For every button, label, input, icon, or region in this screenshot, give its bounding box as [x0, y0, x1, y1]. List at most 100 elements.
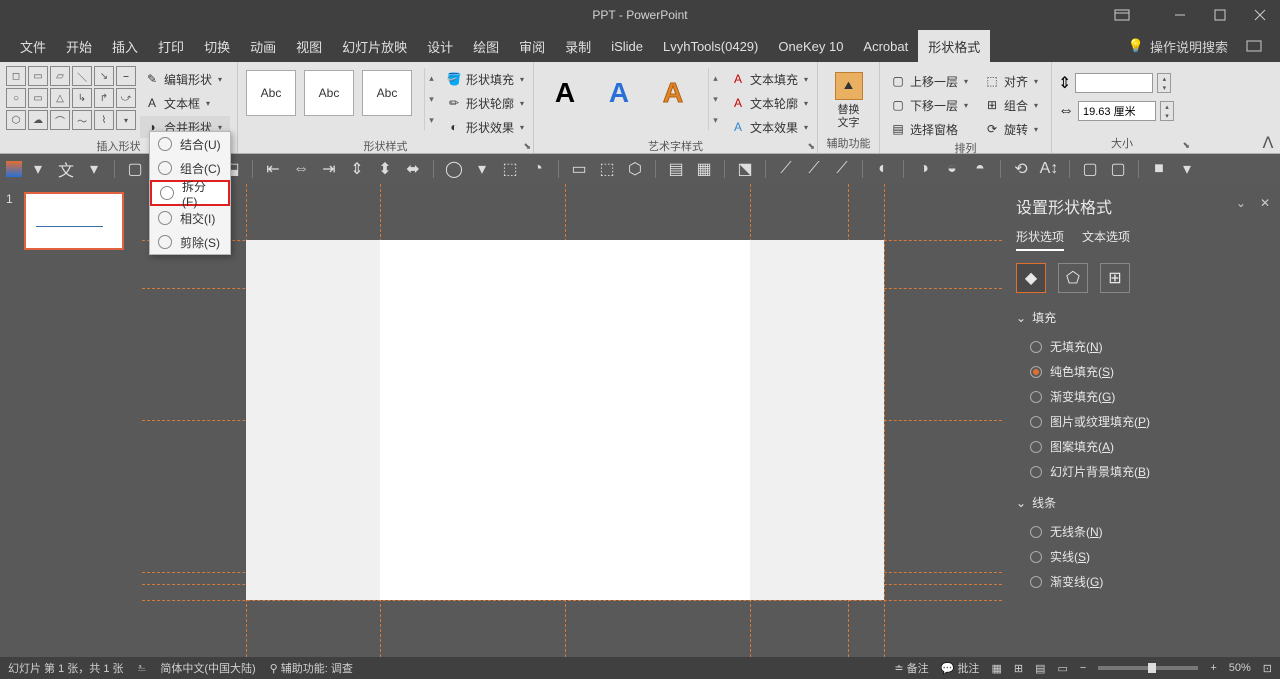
qat-btn[interactable]: ◑	[912, 157, 936, 181]
zoom-in[interactable]: +	[1210, 662, 1216, 674]
qat-btn[interactable]: ⬡	[623, 157, 647, 181]
gallery-more[interactable]: ▴▾▾	[708, 68, 722, 130]
menu-combine[interactable]: 组合(C)	[150, 156, 230, 180]
slide[interactable]	[246, 240, 884, 600]
zoom-slider[interactable]	[1098, 666, 1198, 670]
shape-effects-button[interactable]: ◐形状效果▾	[442, 116, 532, 138]
ribbon-display-options[interactable]	[1104, 0, 1140, 30]
tab-print[interactable]: 打印	[148, 30, 194, 62]
zoom-out[interactable]: −	[1080, 662, 1086, 674]
menu-fragment[interactable]: 拆分(F)	[150, 180, 230, 206]
qat-btn[interactable]: A↕	[1037, 157, 1061, 181]
text-box-button[interactable]: A文本框▾	[140, 92, 230, 114]
tab-insert[interactable]: 插入	[102, 30, 148, 62]
shape-mini[interactable]: ⌒	[50, 110, 70, 130]
tab-home[interactable]: 开始	[56, 30, 102, 62]
qat-caret[interactable]: ▾	[26, 157, 50, 181]
radio-picture-fill[interactable]: 图片或纹理填充(P)	[1016, 409, 1266, 434]
tab-shape-format[interactable]: 形状格式	[918, 30, 990, 62]
qat-btn[interactable]: ⬚	[498, 157, 522, 181]
effects-tab-icon[interactable]: ⬠	[1058, 263, 1088, 293]
shape-mini[interactable]: ⬡	[6, 110, 26, 130]
share-button[interactable]	[1238, 39, 1270, 53]
shape-styles-gallery[interactable]: Abc Abc Abc	[238, 62, 420, 116]
comments-button[interactable]: 💬 批注	[941, 660, 980, 676]
qat-btn[interactable]: ⟋	[774, 157, 798, 181]
tab-islide[interactable]: iSlide	[601, 30, 653, 62]
style-preset[interactable]: Abc	[246, 70, 296, 116]
qat-btn[interactable]: ⇕	[345, 157, 369, 181]
radio-solid-fill[interactable]: 纯色填充(S)	[1016, 359, 1266, 384]
qat-btn[interactable]: ▭	[567, 157, 591, 181]
slide-canvas-area[interactable]	[142, 184, 1002, 657]
wordart-gallery[interactable]: A A A	[534, 62, 704, 116]
shape-mini[interactable]: ↳	[72, 88, 92, 108]
qat-btn[interactable]: ⟋	[830, 157, 854, 181]
qat-btn[interactable]: ▢	[1078, 157, 1102, 181]
tab-lvyhtools[interactable]: LvyhTools(0429)	[653, 30, 768, 62]
shapes-gallery[interactable]: ◻ ▭ ▱ ＼ ↘ ⎯ ○ ▭ △ ↳ ↱ ⤻ ⬡ ☁ ⌒ 〜 ⌇ ▾	[6, 66, 136, 130]
view-sorter[interactable]: ⊞	[1014, 662, 1023, 675]
menu-union[interactable]: 结合(U)	[150, 132, 230, 156]
section-line[interactable]: ⌄线条	[1016, 494, 1266, 511]
shape-mini[interactable]: ▭	[28, 66, 48, 86]
tab-animations[interactable]: 动画	[240, 30, 286, 62]
dialog-launcher[interactable]: ⬊	[523, 141, 531, 152]
qat-btn[interactable]: ◔	[526, 157, 550, 181]
qat-btn[interactable]: ⬌	[401, 157, 425, 181]
text-outline-button[interactable]: A文本轮廓▾	[726, 92, 816, 114]
pane-collapse[interactable]: ⌄	[1236, 196, 1246, 210]
tab-draw[interactable]: 绘图	[463, 30, 509, 62]
view-normal[interactable]: ▦	[991, 662, 1001, 675]
qat-btn[interactable]: ◓	[968, 157, 992, 181]
shape-mini[interactable]: ⌇	[94, 110, 114, 130]
size-props-tab-icon[interactable]: ⊞	[1100, 263, 1130, 293]
slide-counter[interactable]: 幻灯片 第 1 张，共 1 张	[8, 660, 124, 676]
wordart-preset[interactable]: A	[596, 70, 642, 116]
radio-pattern-fill[interactable]: 图案填充(A)	[1016, 434, 1266, 459]
shape-fill-button[interactable]: 🪣形状填充▾	[442, 68, 532, 90]
bring-forward-button[interactable]: ▢上移一层▾	[886, 70, 976, 92]
shape-mini[interactable]: ▭	[28, 88, 48, 108]
close-button[interactable]	[1240, 0, 1280, 30]
pane-close[interactable]: ✕	[1260, 196, 1270, 210]
shape-mini[interactable]: ⎯	[116, 66, 136, 86]
view-reading[interactable]: ▤	[1035, 662, 1045, 675]
spellcheck-icon[interactable]: ⎁	[138, 662, 147, 675]
dialog-launcher[interactable]: ⬊	[807, 141, 815, 152]
shape-mini[interactable]: 〜	[72, 110, 92, 130]
tab-transitions[interactable]: 切换	[194, 30, 240, 62]
accessibility-status[interactable]: ⚲ 辅助功能: 调查	[270, 660, 353, 676]
shape-mini[interactable]: △	[50, 88, 70, 108]
tab-design[interactable]: 设计	[417, 30, 463, 62]
shape-mini[interactable]: ○	[6, 88, 26, 108]
fill-line-tab-icon[interactable]: ◆	[1016, 263, 1046, 293]
menu-intersect[interactable]: 相交(I)	[150, 206, 230, 230]
qat-btn[interactable]: ◐	[871, 157, 895, 181]
shape-mini[interactable]: ⤻	[116, 88, 136, 108]
view-slideshow[interactable]: ▭	[1057, 662, 1067, 675]
qat-caret[interactable]: ▾	[1175, 157, 1199, 181]
shape-mini[interactable]: ↱	[94, 88, 114, 108]
tab-view[interactable]: 视图	[286, 30, 332, 62]
radio-solid-line[interactable]: 实线(S)	[1016, 544, 1266, 569]
radio-no-line[interactable]: 无线条(N)	[1016, 519, 1266, 544]
notes-button[interactable]: ≐ 备注	[894, 660, 928, 676]
tab-onekey[interactable]: OneKey 10	[768, 30, 853, 62]
style-preset[interactable]: Abc	[304, 70, 354, 116]
height-spinner[interactable]: ▴▾	[1157, 73, 1171, 93]
slide-thumbnail[interactable]: 1	[6, 192, 136, 250]
shape-mini[interactable]: ◻	[6, 66, 26, 86]
qat-btn[interactable]: ⇤	[261, 157, 285, 181]
shape-outline-button[interactable]: ✏形状轮廓▾	[442, 92, 532, 114]
edit-shape-button[interactable]: ✎编辑形状▾	[140, 68, 230, 90]
qat-btn[interactable]: ◒	[940, 157, 964, 181]
selection-pane-button[interactable]: ▤选择窗格	[886, 118, 976, 140]
menu-subtract[interactable]: 剪除(S)	[150, 230, 230, 254]
tab-slideshow[interactable]: 幻灯片放映	[332, 30, 417, 62]
language-button[interactable]: 简体中文(中国大陆)	[160, 660, 255, 676]
align-button[interactable]: ⬚对齐▾	[980, 70, 1046, 92]
dialog-launcher[interactable]: ⬊	[1182, 140, 1190, 151]
qat-btn[interactable]: ▢	[123, 157, 147, 181]
qat-btn[interactable]: ⇔	[289, 157, 313, 181]
